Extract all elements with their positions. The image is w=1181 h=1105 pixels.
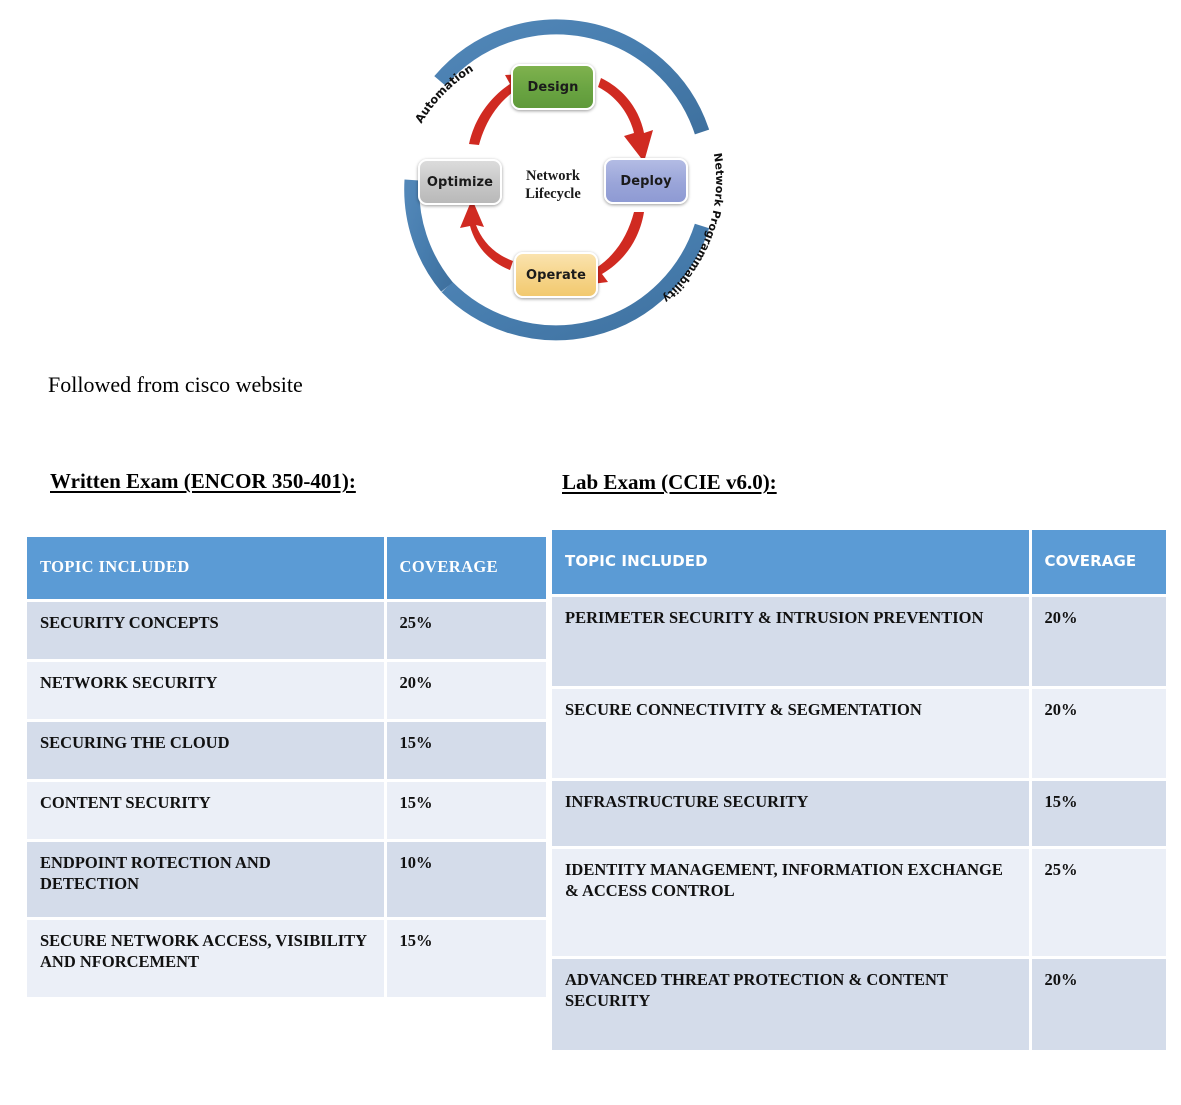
written-exam-table-body: SECURITY CONCEPTS 25% NETWORK SECURITY 2…	[27, 599, 546, 997]
lifecycle-node-operate-label: Operate	[525, 267, 587, 283]
lifecycle-node-deploy: Deploy	[604, 158, 688, 204]
written-row-0-coverage: 25%	[385, 599, 546, 661]
table-row: SECURE CONNECTIVITY & SEGMENTATION 20%	[552, 686, 1166, 780]
lifecycle-node-optimize: Optimize	[418, 159, 502, 205]
lab-exam-table-body: PERIMETER SECURITY & INTRUSION PREVENTIO…	[552, 594, 1166, 1050]
written-exam-table-head: TOPIC INCLUDED COVERAGE	[27, 537, 546, 601]
lifecycle-node-design: Design	[511, 64, 595, 110]
table-row: SECURE NETWORK ACCESS, VISIBILITY AND NF…	[27, 917, 546, 997]
lifecycle-node-operate: Operate	[514, 252, 598, 298]
network-lifecycle-diagram: Automation Network Programmability Desig…	[372, 12, 750, 348]
lifecycle-node-deploy-label: Deploy	[620, 173, 672, 189]
written-exam-heading: Written Exam (ENCOR 350-401):	[50, 469, 356, 493]
written-row-2-topic: SECURING THE CLOUD	[27, 719, 387, 781]
lab-row-4-coverage: 20%	[1030, 956, 1166, 1050]
diagram-center-label-line2: Lifecycle	[525, 186, 581, 203]
written-row-3-topic: CONTENT SECURITY	[27, 779, 387, 841]
written-header-coverage: COVERAGE	[385, 537, 546, 601]
lab-row-0-coverage: 20%	[1030, 594, 1166, 688]
table-row: CONTENT SECURITY 15%	[27, 779, 546, 841]
lifecycle-node-design-label: Design	[527, 79, 579, 95]
lab-row-4-topic: ADVANCED THREAT PROTECTION & CONTENT SEC…	[552, 956, 1032, 1050]
table-row: ENDPOINT ROTECTION AND DETECTION 10%	[27, 839, 546, 919]
written-row-4-coverage: 10%	[385, 839, 546, 919]
table-row: INFRASTRUCTURE SECURITY 15%	[552, 778, 1166, 848]
written-row-3-coverage: 15%	[385, 779, 546, 841]
written-exam-table: TOPIC INCLUDED COVERAGE SECURITY CONCEPT…	[27, 537, 546, 997]
written-row-5-topic: SECURE NETWORK ACCESS, VISIBILITY AND NF…	[27, 917, 387, 997]
table-row: NETWORK SECURITY 20%	[27, 659, 546, 721]
lab-row-2-topic: INFRASTRUCTURE SECURITY	[552, 778, 1032, 848]
diagram-center-label: Network Lifecycle	[503, 167, 603, 203]
lab-exam-table: TOPIC INCLUDED COVERAGE PERIMETER SECURI…	[552, 530, 1166, 1050]
written-row-2-coverage: 15%	[385, 719, 546, 781]
lab-row-1-topic: SECURE CONNECTIVITY & SEGMENTATION	[552, 686, 1032, 780]
table-row: IDENTITY MANAGEMENT, INFORMATION EXCHANG…	[552, 846, 1166, 958]
lifecycle-node-optimize-label: Optimize	[426, 174, 494, 190]
written-row-1-coverage: 20%	[385, 659, 546, 721]
lab-row-0-topic: PERIMETER SECURITY & INTRUSION PREVENTIO…	[552, 594, 1032, 688]
written-row-5-coverage: 15%	[385, 917, 546, 997]
table-header-row: TOPIC INCLUDED COVERAGE	[552, 530, 1166, 596]
table-header-row: TOPIC INCLUDED COVERAGE	[27, 537, 546, 601]
written-row-4-topic: ENDPOINT ROTECTION AND DETECTION	[27, 839, 387, 919]
lab-row-2-coverage: 15%	[1030, 778, 1166, 848]
diagram-center-label-line1: Network	[526, 168, 580, 184]
lab-exam-heading: Lab Exam (CCIE v6.0):	[562, 470, 777, 494]
written-row-0-topic: SECURITY CONCEPTS	[27, 599, 387, 661]
lab-row-1-coverage: 20%	[1030, 686, 1166, 780]
table-row: PERIMETER SECURITY & INTRUSION PREVENTIO…	[552, 594, 1166, 688]
table-row: SECURING THE CLOUD 15%	[27, 719, 546, 781]
lab-exam-table-head: TOPIC INCLUDED COVERAGE	[552, 530, 1166, 596]
table-row: SECURITY CONCEPTS 25%	[27, 599, 546, 661]
lab-header-topic: TOPIC INCLUDED	[552, 530, 1032, 596]
table-row: ADVANCED THREAT PROTECTION & CONTENT SEC…	[552, 956, 1166, 1050]
lab-row-3-coverage: 25%	[1030, 846, 1166, 958]
written-row-1-topic: NETWORK SECURITY	[27, 659, 387, 721]
lab-row-3-topic: IDENTITY MANAGEMENT, INFORMATION EXCHANG…	[552, 846, 1032, 958]
cisco-source-caption: Followed from cisco website	[48, 372, 303, 397]
written-header-topic: TOPIC INCLUDED	[27, 537, 387, 601]
lab-header-coverage: COVERAGE	[1030, 530, 1166, 596]
